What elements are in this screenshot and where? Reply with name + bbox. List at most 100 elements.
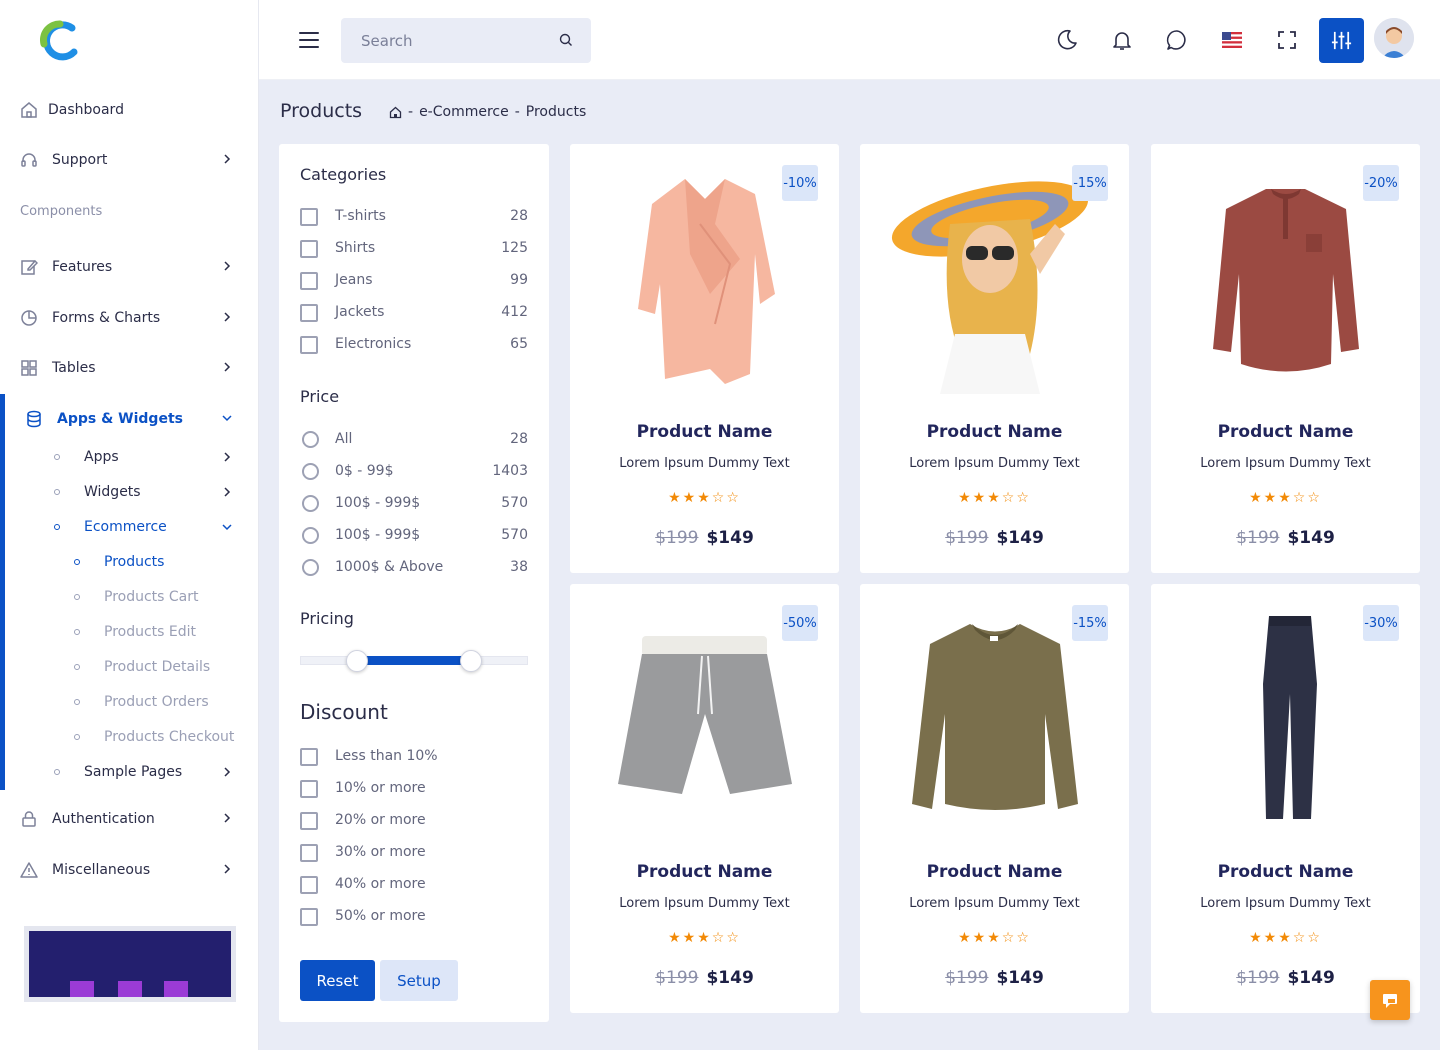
sidebar-subitem-products-cart[interactable]: Products Cart — [0, 582, 259, 612]
sidebar-item-tables[interactable]: Tables — [0, 350, 259, 386]
sidebar-item-support[interactable]: Support — [0, 142, 259, 178]
sidebar-item-dashboard[interactable]: Dashboard — [0, 92, 259, 128]
radio[interactable] — [302, 463, 319, 480]
price-filter-0-99[interactable]: 0$ - 99$ 1403 — [300, 460, 528, 482]
old-price: $199 — [1236, 968, 1280, 988]
checkbox[interactable] — [300, 240, 318, 258]
checkbox[interactable] — [300, 304, 318, 322]
sidebar-subitem-ecommerce[interactable]: Ecommerce — [0, 512, 259, 542]
checkbox[interactable] — [300, 876, 318, 894]
promo-banner[interactable] — [24, 926, 236, 1002]
rating-stars: ★★★☆☆ — [1249, 490, 1322, 506]
product-card[interactable]: -10% Product Name Lorem Ipsum Dummy Text… — [570, 144, 839, 573]
settings-button[interactable] — [1319, 18, 1364, 63]
category-filter-jackets[interactable]: Jackets 412 — [300, 301, 528, 323]
search-input[interactable] — [361, 18, 551, 63]
price-filter-all[interactable]: All 28 — [300, 428, 528, 450]
sidebar-subitem-products[interactable]: Products — [0, 547, 259, 577]
filter-count: 412 — [501, 304, 528, 320]
breadcrumb: - e-Commerce - Products — [389, 104, 586, 120]
category-filter-tshirts[interactable]: T-shirts 28 — [300, 205, 528, 227]
price-filter-100-999[interactable]: 100$ - 999$ 570 — [300, 492, 528, 514]
current-price: $149 — [706, 528, 754, 548]
lock-icon — [22, 811, 36, 827]
sidebar-item-authentication[interactable]: Authentication — [0, 801, 259, 837]
checkbox[interactable] — [300, 748, 318, 766]
warning-icon — [20, 862, 38, 878]
product-name[interactable]: Product Name — [860, 862, 1129, 882]
sidebar-subitem-widgets[interactable]: Widgets — [0, 477, 259, 507]
product-name[interactable]: Product Name — [860, 422, 1129, 442]
checkbox[interactable] — [300, 336, 318, 354]
price-filter-100-999-b[interactable]: 100$ - 999$ 570 — [300, 524, 528, 546]
product-card[interactable]: -30% Product Name Lorem Ipsum Dummy Text… — [1151, 584, 1420, 1013]
product-name[interactable]: Product Name — [1151, 862, 1420, 882]
avatar[interactable] — [1374, 18, 1414, 58]
sidebar-item-miscellaneous[interactable]: Miscellaneous — [0, 852, 259, 888]
sidebar-item-apps-widgets[interactable]: Apps & Widgets — [0, 401, 259, 437]
subitem-label: Products — [104, 554, 165, 570]
category-filter-jeans[interactable]: Jeans 99 — [300, 269, 528, 291]
breadcrumb-link-ecommerce[interactable]: e-Commerce — [419, 104, 509, 120]
radio[interactable] — [302, 527, 319, 544]
discount-filter-40[interactable]: 40% or more — [300, 873, 528, 895]
product-card[interactable]: -15% Product Name Lorem Ipsum Dummy Text… — [860, 144, 1129, 573]
menu-toggle-icon[interactable] — [299, 32, 319, 48]
checkbox[interactable] — [300, 812, 318, 830]
chevron-right-icon — [224, 452, 231, 462]
radio[interactable] — [302, 431, 319, 448]
dark-mode-icon[interactable] — [1055, 28, 1079, 52]
sidebar-subitem-products-checkout[interactable]: Products Checkout — [0, 722, 259, 752]
reset-button[interactable]: Reset — [300, 960, 375, 1001]
chat-icon[interactable] — [1165, 28, 1189, 52]
pricing-range-slider[interactable] — [300, 650, 528, 672]
checkbox[interactable] — [300, 908, 318, 926]
fullscreen-icon[interactable] — [1275, 28, 1299, 52]
price-filter-1000-above[interactable]: 1000$ & Above 38 — [300, 556, 528, 578]
checkbox[interactable] — [300, 208, 318, 226]
us-flag-icon[interactable] — [1220, 28, 1244, 52]
checkbox[interactable] — [300, 272, 318, 290]
discount-filter-lt10[interactable]: Less than 10% — [300, 745, 528, 767]
old-price: $199 — [1236, 528, 1280, 548]
home-icon[interactable] — [389, 106, 402, 119]
filter-count: 65 — [510, 336, 528, 352]
category-filter-electronics[interactable]: Electronics 65 — [300, 333, 528, 355]
discount-filter-10[interactable]: 10% or more — [300, 777, 528, 799]
promo-shape — [118, 981, 142, 997]
product-name[interactable]: Product Name — [570, 422, 839, 442]
radio[interactable] — [302, 495, 319, 512]
price-block: $199 $149 — [1151, 528, 1420, 548]
discount-filter-50[interactable]: 50% or more — [300, 905, 528, 927]
slider-min-handle[interactable] — [346, 650, 368, 672]
product-name[interactable]: Product Name — [1151, 422, 1420, 442]
discount-filter-30[interactable]: 30% or more — [300, 841, 528, 863]
product-card[interactable]: -20% Product Name Lorem Ipsum Dummy Text… — [1151, 144, 1420, 573]
checkbox[interactable] — [300, 780, 318, 798]
sidebar-subitem-product-details[interactable]: Product Details — [0, 652, 259, 682]
product-name[interactable]: Product Name — [570, 862, 839, 882]
category-filter-shirts[interactable]: Shirts 125 — [300, 237, 528, 259]
filter-count: 125 — [501, 240, 528, 256]
sidebar-subitem-sample-pages[interactable]: Sample Pages — [0, 757, 259, 787]
sidebar-subitem-apps[interactable]: Apps — [0, 442, 259, 472]
product-card[interactable]: -15% Product Name Lorem Ipsum Dummy Text… — [860, 584, 1129, 1013]
search-icon[interactable] — [559, 33, 573, 47]
setup-button[interactable]: Setup — [380, 960, 458, 1001]
filter-label: Jackets — [335, 304, 385, 320]
chat-support-button[interactable] — [1370, 980, 1410, 1020]
sidebar-subitem-product-orders[interactable]: Product Orders — [0, 687, 259, 717]
slider-max-handle[interactable] — [460, 650, 482, 672]
sidebar-subitem-products-edit[interactable]: Products Edit — [0, 617, 259, 647]
discount-filter-20[interactable]: 20% or more — [300, 809, 528, 831]
subitem-label: Products Checkout — [104, 729, 235, 745]
checkbox[interactable] — [300, 844, 318, 862]
rating-stars: ★★★☆☆ — [668, 490, 741, 506]
bell-icon[interactable] — [1110, 28, 1134, 52]
product-card[interactable]: -50% Product Name Lorem Ipsum Dummy Text… — [570, 584, 839, 1013]
app-logo[interactable] — [40, 20, 80, 62]
sidebar-item-forms-charts[interactable]: Forms & Charts — [0, 300, 259, 336]
sidebar-item-features[interactable]: Features — [0, 249, 259, 285]
breadcrumb-current: Products — [525, 104, 587, 120]
radio[interactable] — [302, 559, 319, 576]
